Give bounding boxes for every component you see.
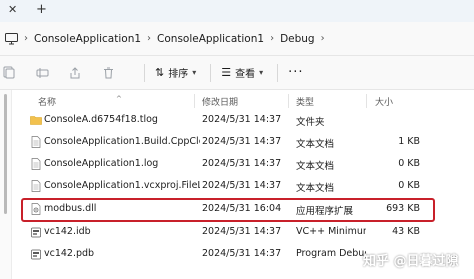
file-date: 2024/5/31 14:37	[202, 158, 282, 169]
file-size: 43 KB	[392, 226, 420, 237]
file-size: 1 KB	[398, 136, 420, 147]
file-size: 0 KB	[398, 158, 420, 169]
column-header-name[interactable]: 名称	[38, 95, 56, 108]
breadcrumb-separator: ›	[24, 33, 28, 44]
file-name: vc142.idb	[44, 226, 91, 237]
file-date: 2024/5/31 14:37	[202, 136, 282, 147]
file-date: 2024/5/31 14:37	[202, 226, 282, 237]
file-type: 文本文档	[296, 183, 335, 194]
file-row[interactable]: ConsoleApplication1.vcxproj.FileList... …	[20, 176, 440, 197]
breadcrumb-separator: ›	[320, 33, 325, 44]
toolbar-divider	[144, 63, 145, 82]
scrollbar-thumb[interactable]	[4, 94, 7, 214]
file-row[interactable]: ConsoleApplication1.Build.CppClean... 20…	[20, 132, 440, 153]
breadcrumb-item[interactable]: ConsoleApplication1	[34, 33, 141, 45]
copy-icon[interactable]	[2, 66, 16, 80]
view-label: 查看	[235, 69, 256, 80]
file-name: vc142.pdb	[44, 248, 95, 259]
rename-icon[interactable]	[35, 66, 49, 80]
more-options-button[interactable]: ···	[288, 65, 303, 80]
column-divider[interactable]	[288, 94, 289, 108]
document-icon	[30, 180, 42, 192]
breadcrumb-item[interactable]: Debug	[280, 33, 315, 45]
file-name: ConsoleA.d6754f18.tlog	[44, 114, 158, 125]
breadcrumb-separator: ›	[147, 33, 152, 44]
idb-file-icon	[30, 226, 42, 238]
navigation-pane-edge	[0, 90, 12, 279]
file-type: VC++ Minimum ...	[296, 226, 366, 237]
share-icon[interactable]	[68, 66, 82, 80]
address-bar[interactable]: › ConsoleApplication1 › ConsoleApplicati…	[0, 22, 474, 56]
tab-bar: ✕ +	[0, 0, 474, 22]
column-divider[interactable]	[366, 94, 367, 108]
delete-icon[interactable]	[101, 66, 115, 80]
document-icon	[30, 136, 42, 148]
new-tab-button[interactable]: +	[36, 2, 47, 17]
file-row[interactable]: ConsoleApplication1.log 2024/5/31 14:37 …	[20, 154, 440, 175]
file-type: 文本文档	[296, 139, 335, 150]
file-name: ConsoleApplication1.log	[44, 158, 159, 169]
breadcrumb-item[interactable]: ConsoleApplication1	[157, 33, 264, 45]
watermark: 知乎 @日暮过隙	[363, 254, 459, 269]
close-tab-button[interactable]: ✕	[8, 3, 17, 16]
command-bar: ⇅ 排序 ▾ ☰ 查看 ▾ ···	[0, 56, 474, 90]
highlight-box	[21, 198, 435, 222]
file-size: 0 KB	[398, 180, 420, 191]
file-name: ConsoleApplication1.vcxproj.FileList...	[44, 180, 200, 191]
breadcrumb-separator: ›	[270, 33, 275, 44]
view-icon: ☰	[221, 66, 232, 79]
file-row[interactable]: vc142.idb 2024/5/31 14:37 VC++ Minimum .…	[20, 222, 440, 243]
file-name: ConsoleApplication1.Build.CppClean...	[44, 136, 200, 147]
sort-button[interactable]: ⇅ 排序 ▾	[155, 65, 196, 80]
file-date: 2024/5/31 14:37	[202, 114, 282, 125]
column-header-type[interactable]: 类型	[296, 95, 314, 108]
column-divider[interactable]	[194, 94, 195, 108]
view-button[interactable]: ☰ 查看 ▾	[221, 65, 263, 80]
document-icon	[30, 158, 42, 170]
file-type: Program Debug ...	[296, 248, 366, 259]
chevron-down-icon: ▾	[259, 68, 264, 77]
toolbar-divider	[277, 63, 279, 82]
file-date: 2024/5/31 14:37	[202, 248, 282, 259]
column-header-date[interactable]: 修改日期	[202, 95, 238, 108]
file-row[interactable]: ConsoleA.d6754f18.tlog 2024/5/31 14:37 文…	[20, 110, 440, 131]
folder-icon	[30, 114, 42, 126]
monitor-icon	[4, 32, 18, 46]
chevron-down-icon: ▾	[192, 68, 197, 77]
column-header-row: ^ 名称 修改日期 类型 大小	[20, 92, 470, 110]
toolbar-divider	[210, 63, 212, 82]
file-type: 文本文档	[296, 161, 335, 172]
sort-icon: ⇅	[155, 66, 165, 79]
pdb-file-icon	[30, 248, 42, 260]
sort-caret-icon: ^	[116, 95, 122, 103]
sort-label: 排序	[168, 69, 189, 80]
file-date: 2024/5/31 14:37	[202, 180, 282, 191]
column-header-size[interactable]: 大小	[375, 95, 393, 108]
file-type: 文件夹	[296, 117, 325, 128]
